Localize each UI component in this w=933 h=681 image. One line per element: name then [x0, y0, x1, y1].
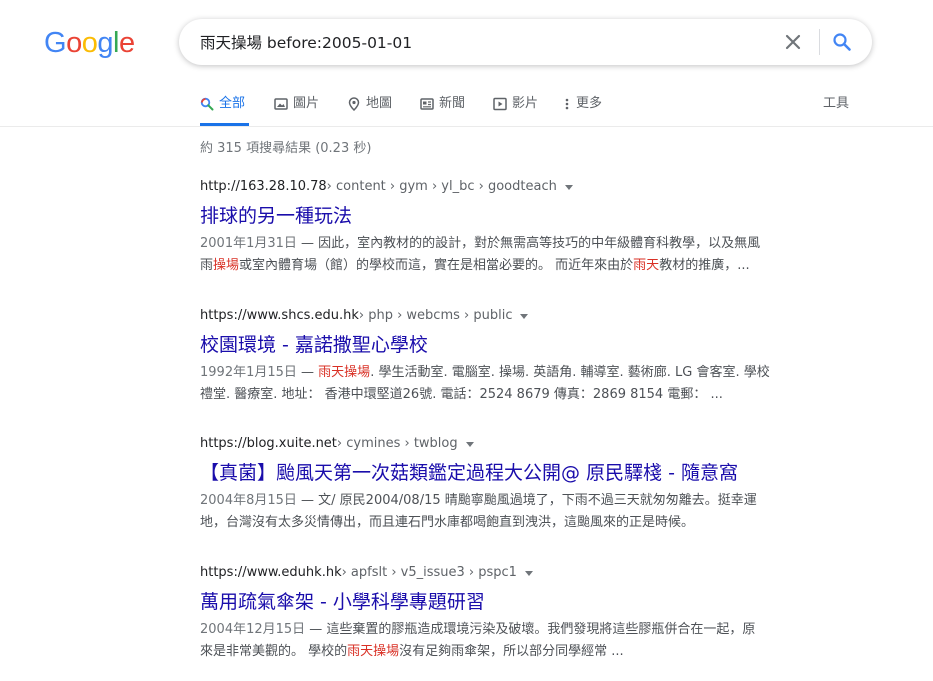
result-breadcrumbs: › content › gym › yl_bc › goodteach	[326, 179, 557, 194]
result-date: 2001年1月31日	[200, 236, 297, 251]
snippet-text: 來是非常美觀的。 學校的	[200, 644, 348, 659]
snippet-highlight: 雨天操場	[347, 644, 400, 659]
snippet-text: 或室內體育場（館）的學校而這，實在是相當必要的。 而近年來由於	[239, 258, 634, 273]
result-url[interactable]: https://www.eduhk.hk › apfslt › v5_issue…	[200, 564, 800, 582]
chevron-down-icon[interactable]	[524, 570, 533, 576]
result-domain: https://www.eduhk.hk	[200, 565, 342, 580]
snippet-text: 雨	[200, 258, 214, 273]
chevron-down-icon[interactable]	[520, 313, 529, 319]
search-result: https://blog.xuite.net › cymines › twblo…	[200, 435, 800, 534]
search-box	[179, 19, 872, 65]
result-domain: http://163.28.10.78	[200, 179, 327, 194]
result-url[interactable]: http://163.28.10.78 › content › gym › yl…	[200, 178, 800, 196]
search-divider	[819, 29, 820, 55]
result-breadcrumbs: › cymines › twblog	[336, 436, 458, 451]
snippet-highlight: 雨天	[633, 258, 660, 273]
logo-letter: o	[66, 27, 82, 59]
image-icon	[274, 90, 288, 118]
snippet-text: — 文/ 原民2004/08/15 晴颱寧颱風過境了，下雨不過三天就匆匆離去。挺…	[296, 493, 757, 508]
result-date: 2004年8月15日	[200, 493, 297, 508]
result-title-link[interactable]: 校園環境 - 嘉諾撒聖心學校	[200, 333, 800, 357]
result-snippet: 2004年12月15日 — 這些棄置的膠瓶造成環境污染及破壞。我們發現將這些膠瓶…	[200, 619, 800, 663]
search-tabs: 全部 圖片 地圖 新聞 影片 更多 工具	[0, 90, 933, 126]
tab-news[interactable]: 新聞	[420, 90, 465, 126]
result-title-link[interactable]: 【真菌】颱風天第一次菇類鑑定過程大公開@ 原民驛棧 - 隨意窩	[200, 461, 800, 485]
tab-videos[interactable]: 影片	[493, 90, 538, 126]
search-button[interactable]	[830, 30, 854, 54]
search-icon	[200, 90, 214, 118]
tab-label: 影片	[512, 96, 539, 111]
tab-all[interactable]: 全部	[200, 90, 249, 126]
result-snippet: 1992年1月15日 — 雨天操場. 學生活動室. 電腦室. 操場. 英語角. …	[200, 362, 800, 406]
search-result: https://www.eduhk.hk › apfslt › v5_issue…	[200, 564, 800, 663]
snippet-text: 沒有足夠雨傘架，所以部分同學經常 ...	[399, 644, 624, 659]
close-icon	[785, 34, 801, 50]
snippet-text: . 學生活動室. 電腦室. 操場. 英語角. 輔導室. 藝術廊. LG 會客室.…	[370, 365, 770, 380]
result-date: 2004年12月15日	[200, 622, 306, 637]
tab-label: 全部	[219, 96, 246, 111]
result-domain: https://www.shcs.edu.hk	[200, 308, 359, 323]
tab-images[interactable]: 圖片	[274, 90, 319, 126]
map-pin-icon	[347, 90, 361, 118]
result-domain: https://blog.xuite.net	[200, 436, 337, 451]
chevron-down-icon[interactable]	[465, 441, 474, 447]
google-logo[interactable]: Google	[44, 28, 135, 58]
result-title-link[interactable]: 萬用疏氣傘架 - 小學科學專題研習	[200, 590, 800, 614]
header-divider	[0, 126, 933, 127]
result-stats: 約 315 項搜尋結果 (0.23 秒)	[200, 141, 372, 156]
newspaper-icon	[420, 90, 434, 118]
result-breadcrumbs: › apfslt › v5_issue3 › pspc1	[341, 565, 517, 580]
video-icon	[493, 90, 507, 118]
search-result: https://www.shcs.edu.hk › php › webcms ›…	[200, 307, 800, 406]
snippet-text: 地，台灣沒有太多災情傳出，而且連石門水庫都喝飽直到洩洪，這颱風來的正是時候。	[200, 515, 695, 530]
tab-label: 地圖	[366, 96, 393, 111]
tab-label: 更多	[576, 96, 603, 111]
result-url[interactable]: https://www.shcs.edu.hk › php › webcms ›…	[200, 307, 800, 325]
search-results-page: Google 全部	[0, 0, 933, 681]
more-vert-icon	[565, 90, 571, 118]
result-breadcrumbs: › php › webcms › public	[358, 308, 513, 323]
snippet-text: 禮堂. 醫療室. 地址： 香港中環堅道26號. 電話：2524 8679 傳真：…	[200, 387, 723, 402]
snippet-text: — 這些棄置的膠瓶造成環境污染及破壞。我們發現將這些膠瓶併合在一起，原	[305, 622, 756, 637]
search-icon	[833, 33, 851, 51]
tools-button[interactable]: 工具	[823, 90, 849, 118]
result-title-link[interactable]: 排球的另一種玩法	[200, 204, 800, 228]
clear-search-button[interactable]	[781, 30, 805, 54]
logo-letter: e	[118, 27, 135, 59]
snippet-text: —	[296, 365, 319, 380]
tab-maps[interactable]: 地圖	[347, 90, 392, 126]
snippet-text: 教材的推廣，...	[659, 258, 750, 273]
chevron-down-icon[interactable]	[564, 184, 573, 190]
search-result: http://163.28.10.78 › content › gym › yl…	[200, 178, 800, 277]
logo-letter: g	[97, 27, 113, 59]
tab-more[interactable]: 更多	[565, 90, 602, 126]
logo-letter: G	[44, 27, 67, 59]
logo-letter: o	[81, 27, 98, 59]
search-input[interactable]	[200, 28, 760, 56]
snippet-text: — 因此，室內教材的的設計，對於無需高等技巧的中年級體育科教學，以及無風	[296, 236, 761, 251]
tab-label: 圖片	[293, 96, 320, 111]
tab-label: 新聞	[439, 96, 466, 111]
result-snippet: 2004年8月15日 — 文/ 原民2004/08/15 晴颱寧颱風過境了，下雨…	[200, 490, 800, 534]
result-date: 1992年1月15日	[200, 365, 297, 380]
snippet-highlight: 操場	[213, 258, 240, 273]
result-snippet: 2001年1月31日 — 因此，室內教材的的設計，對於無需高等技巧的中年級體育科…	[200, 233, 800, 277]
snippet-highlight: 雨天操場	[318, 365, 371, 380]
result-url[interactable]: https://blog.xuite.net › cymines › twblo…	[200, 435, 800, 453]
